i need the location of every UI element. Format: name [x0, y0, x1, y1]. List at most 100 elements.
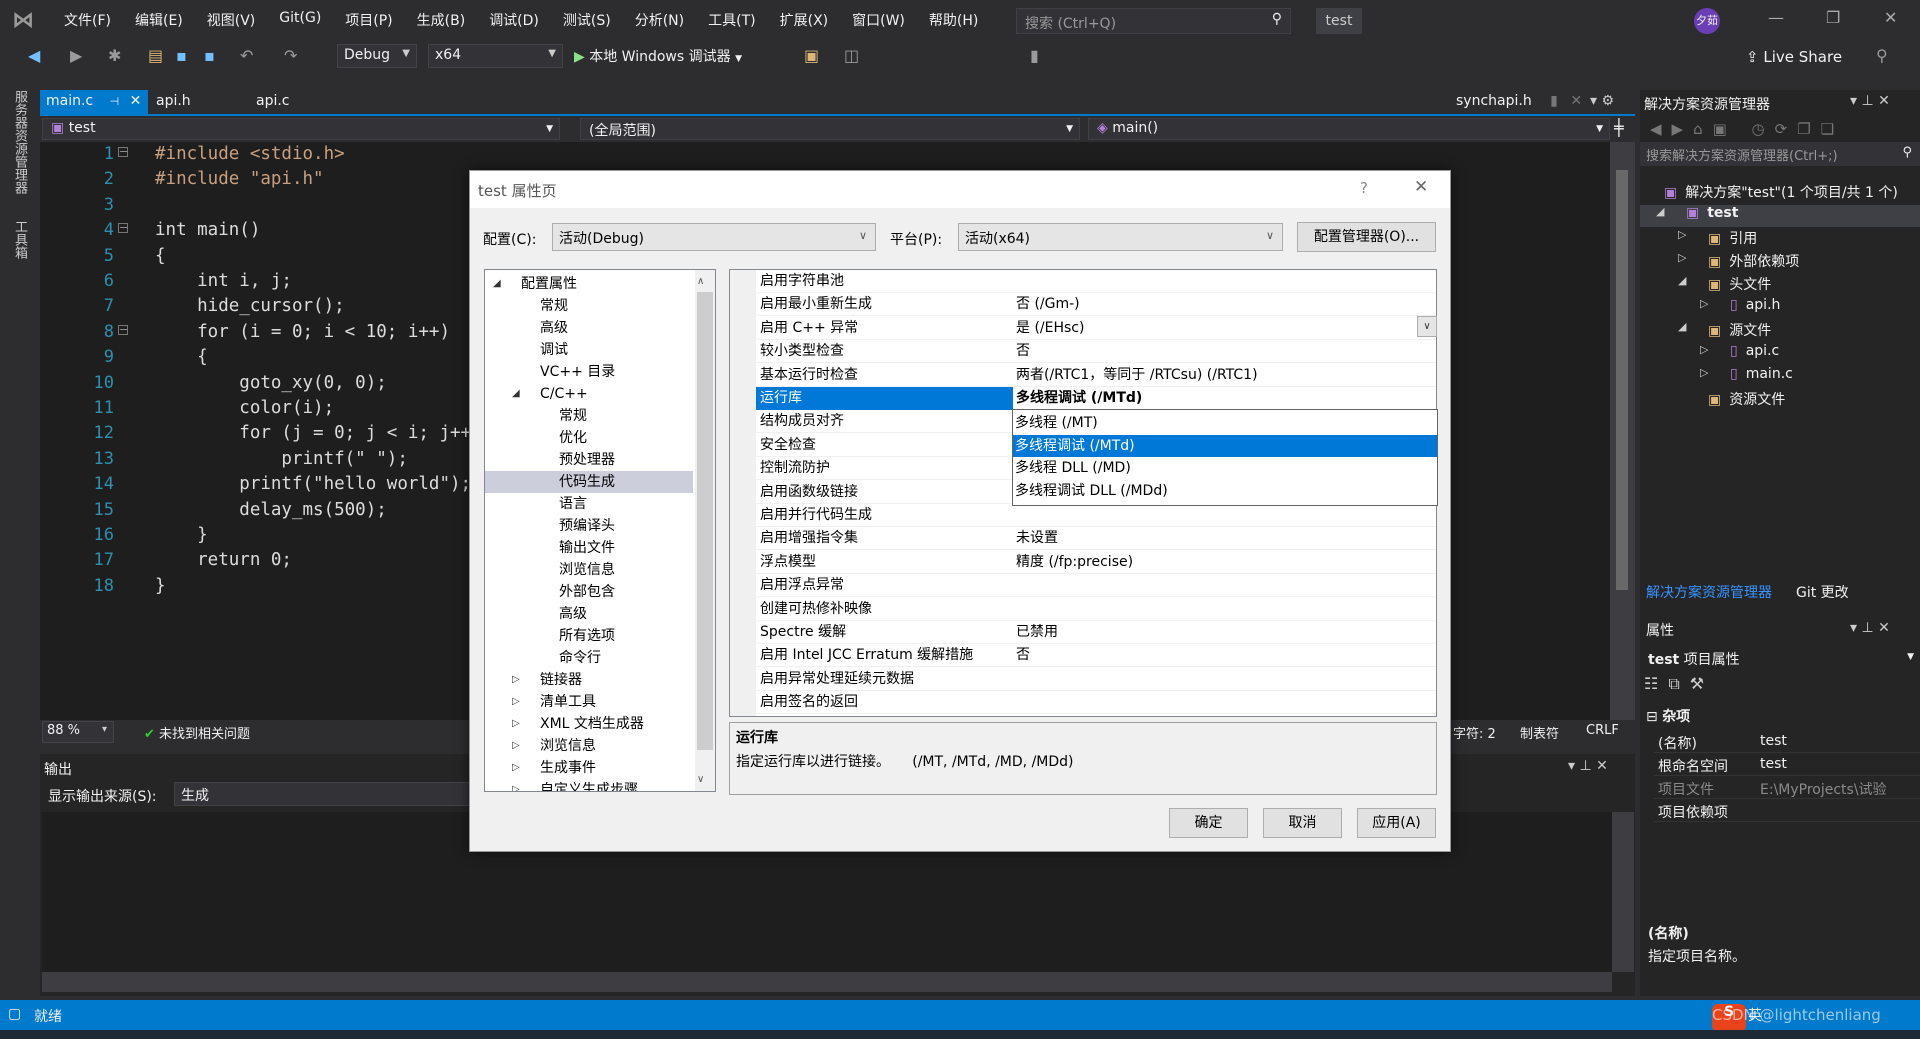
code-line[interactable]: }: [155, 576, 166, 596]
tree-item[interactable]: 调试: [485, 339, 693, 361]
menu-item[interactable]: 扩展(X): [768, 10, 841, 30]
tree-item[interactable]: VC++ 目录: [485, 361, 693, 383]
property-grid-row[interactable]: 启用签名的返回: [730, 691, 1436, 715]
solution-tree-item[interactable]: ◢ ▣ test: [1640, 205, 1920, 227]
tree-item[interactable]: 优化: [485, 427, 693, 449]
tab-solution-explorer[interactable]: 解决方案资源管理器: [1646, 582, 1772, 602]
tab-list-icon[interactable]: ▾ ⚙: [1590, 93, 1614, 109]
close-tab-icon[interactable]: ✕: [1570, 93, 1582, 109]
expand-arrow-icon[interactable]: ◢: [512, 383, 520, 405]
solution-tree-item[interactable]: ▷ ▣ 引用: [1640, 228, 1920, 250]
dropdown-option[interactable]: 多线程调试 DLL (/MDd): [1013, 480, 1437, 502]
solution-tree-item[interactable]: ▷ ▯ main.c: [1640, 366, 1920, 388]
config-dropdown[interactable]: Debug ▼: [337, 44, 417, 68]
restore-icon[interactable]: ❐: [1826, 8, 1840, 27]
open-icon[interactable]: ▤: [148, 46, 163, 65]
expand-arrow-icon[interactable]: ▷: [512, 757, 520, 779]
platform-select[interactable]: 活动(x64) ∨: [958, 223, 1283, 251]
property-grid-row[interactable]: 启用 Intel JCC Erratum 缓解措施 否: [730, 644, 1436, 668]
menu-item[interactable]: 文件(F): [52, 10, 123, 30]
platform-dropdown[interactable]: x64 ▼: [428, 44, 563, 68]
tree-scroll-thumb[interactable]: [697, 292, 713, 750]
property-row[interactable]: 根命名空间 test: [1654, 754, 1920, 776]
code-line[interactable]: for (j = 0; j < i; j++: [155, 423, 471, 443]
output-scrollbar[interactable]: [1612, 812, 1634, 972]
dropdown-option[interactable]: 多线程 DLL (/MD): [1013, 457, 1437, 479]
zoom-dropdown[interactable]: 88 % ▾: [42, 721, 114, 743]
solution-tree-item[interactable]: ▷ ▣ 外部依赖项: [1640, 251, 1920, 273]
property-grid-row[interactable]: 启用并行代码生成: [730, 504, 1436, 527]
menu-item[interactable]: Git(G): [267, 10, 333, 30]
expand-arrow-icon[interactable]: ▷: [512, 669, 520, 691]
tree-item[interactable]: 常规: [485, 295, 693, 317]
pin-icon[interactable]: ⊣: [110, 95, 120, 108]
tab-git-changes[interactable]: Git 更改: [1796, 582, 1849, 602]
property-grid-row[interactable]: 启用异常处理延续元数据: [730, 668, 1436, 691]
tree-item[interactable]: ▷ XML 文档生成器: [485, 713, 693, 735]
property-grid-row[interactable]: 启用字符串池: [730, 270, 1436, 293]
tree-item[interactable]: 外部包含: [485, 581, 693, 603]
code-line[interactable]: {: [155, 246, 166, 266]
tree-item[interactable]: 浏览信息: [485, 559, 693, 581]
tree-item[interactable]: ▷ 链接器: [485, 669, 693, 691]
solution-search-input[interactable]: 搜索解决方案资源管理器(Ctrl+;) ⚲: [1640, 142, 1920, 166]
menu-item[interactable]: 帮助(H): [917, 10, 990, 30]
tree-item[interactable]: 常规: [485, 405, 693, 427]
code-line[interactable]: int i, j;: [155, 271, 292, 291]
tab-api-c[interactable]: api.c: [250, 90, 296, 114]
tab-api-h[interactable]: api.h: [150, 90, 197, 114]
output-source-dropdown[interactable]: 生成: [174, 782, 474, 806]
menu-item[interactable]: 调试(D): [477, 10, 551, 30]
feedback-icon[interactable]: ⚲: [1876, 46, 1888, 65]
screenshot-icon[interactable]: ◫: [844, 46, 859, 65]
property-grid-row[interactable]: 基本运行时检查 两者(/RTC1，等同于 /RTCsu) (/RTC1): [730, 364, 1436, 387]
property-grid-row[interactable]: 启用增强指令集 未设置: [730, 527, 1436, 551]
menu-item[interactable]: 编辑(E): [123, 10, 195, 30]
tree-item[interactable]: ▷ 自定义生成步骤: [485, 779, 693, 791]
editor-scrollbar[interactable]: [1610, 142, 1635, 720]
scope-dropdown[interactable]: (全局范围) ▼: [580, 118, 1080, 140]
expand-arrow-icon[interactable]: ▷: [1678, 228, 1686, 241]
save-all-icon[interactable]: ▪: [204, 46, 215, 65]
minimize-icon[interactable]: —: [1768, 8, 1784, 27]
save-icon[interactable]: ▪: [176, 46, 187, 65]
tree-item[interactable]: ▷ 浏览信息: [485, 735, 693, 757]
member-dropdown[interactable]: ◈ main() ▼: [1088, 118, 1610, 140]
tab-synchapi-h[interactable]: synchapi.h ▮ ✕: [1450, 90, 1588, 114]
line-ending[interactable]: CRLF: [1586, 723, 1619, 738]
property-grid-row[interactable]: Spectre 缓解 已禁用: [730, 621, 1436, 644]
property-grid-row[interactable]: 浮点模型 精度 (/fp:precise): [730, 551, 1436, 574]
menu-item[interactable]: 项目(P): [333, 10, 404, 30]
property-grid-row[interactable]: 创建可热修补映像: [730, 598, 1436, 621]
ok-button[interactable]: 确定: [1169, 808, 1248, 838]
property-row[interactable]: 项目文件 E:\MyProjects\试验: [1654, 777, 1920, 799]
close-tab-icon[interactable]: ✕: [130, 93, 142, 109]
expand-arrow-icon[interactable]: ▷: [512, 691, 520, 713]
panel-controls-icon[interactable]: ▾ ⊥ ✕: [1850, 93, 1890, 109]
expand-arrow-icon[interactable]: ◢: [493, 273, 501, 295]
bookmark-icon[interactable]: ▮: [1030, 46, 1039, 65]
search-input[interactable]: 搜索 (Ctrl+Q) ⚲: [1016, 8, 1291, 34]
expand-arrow-icon[interactable]: ◢: [1678, 274, 1686, 287]
code-line[interactable]: color(i);: [155, 398, 334, 418]
expand-arrow-icon[interactable]: ◢: [1656, 205, 1664, 218]
properties-toolbar-icons[interactable]: ☷⧉⚒: [1644, 674, 1714, 694]
expand-arrow-icon[interactable]: ▷: [512, 735, 520, 757]
tree-item[interactable]: 代码生成: [485, 471, 693, 493]
scroll-up-icon[interactable]: ∧: [697, 276, 704, 287]
dialog-close-icon[interactable]: ✕: [1414, 177, 1428, 197]
start-debug-button[interactable]: ▶ 本地 Windows 调试器 ▼: [574, 46, 742, 66]
undo-icon[interactable]: ↶: [240, 46, 253, 65]
tree-item[interactable]: 预编译头: [485, 515, 693, 537]
redo-icon[interactable]: ↷: [284, 46, 297, 65]
config-manager-button[interactable]: 配置管理器(O)...: [1297, 222, 1436, 252]
solution-tree-item[interactable]: ▷ ▯ api.c: [1640, 343, 1920, 365]
expand-arrow-icon[interactable]: ▷: [512, 779, 520, 791]
scroll-down-icon[interactable]: ∨: [697, 774, 704, 785]
tree-scrollbar[interactable]: ∧ ∨: [695, 270, 715, 791]
property-grid-row[interactable]: 启用最小重新生成 否 (/Gm-): [730, 293, 1436, 317]
menu-item[interactable]: 测试(S): [551, 10, 623, 30]
menu-item[interactable]: 视图(V): [195, 10, 268, 30]
code-line[interactable]: for (i = 0; i < 10; i++): [155, 322, 450, 342]
code-line[interactable]: delay_ms(500);: [155, 500, 387, 520]
